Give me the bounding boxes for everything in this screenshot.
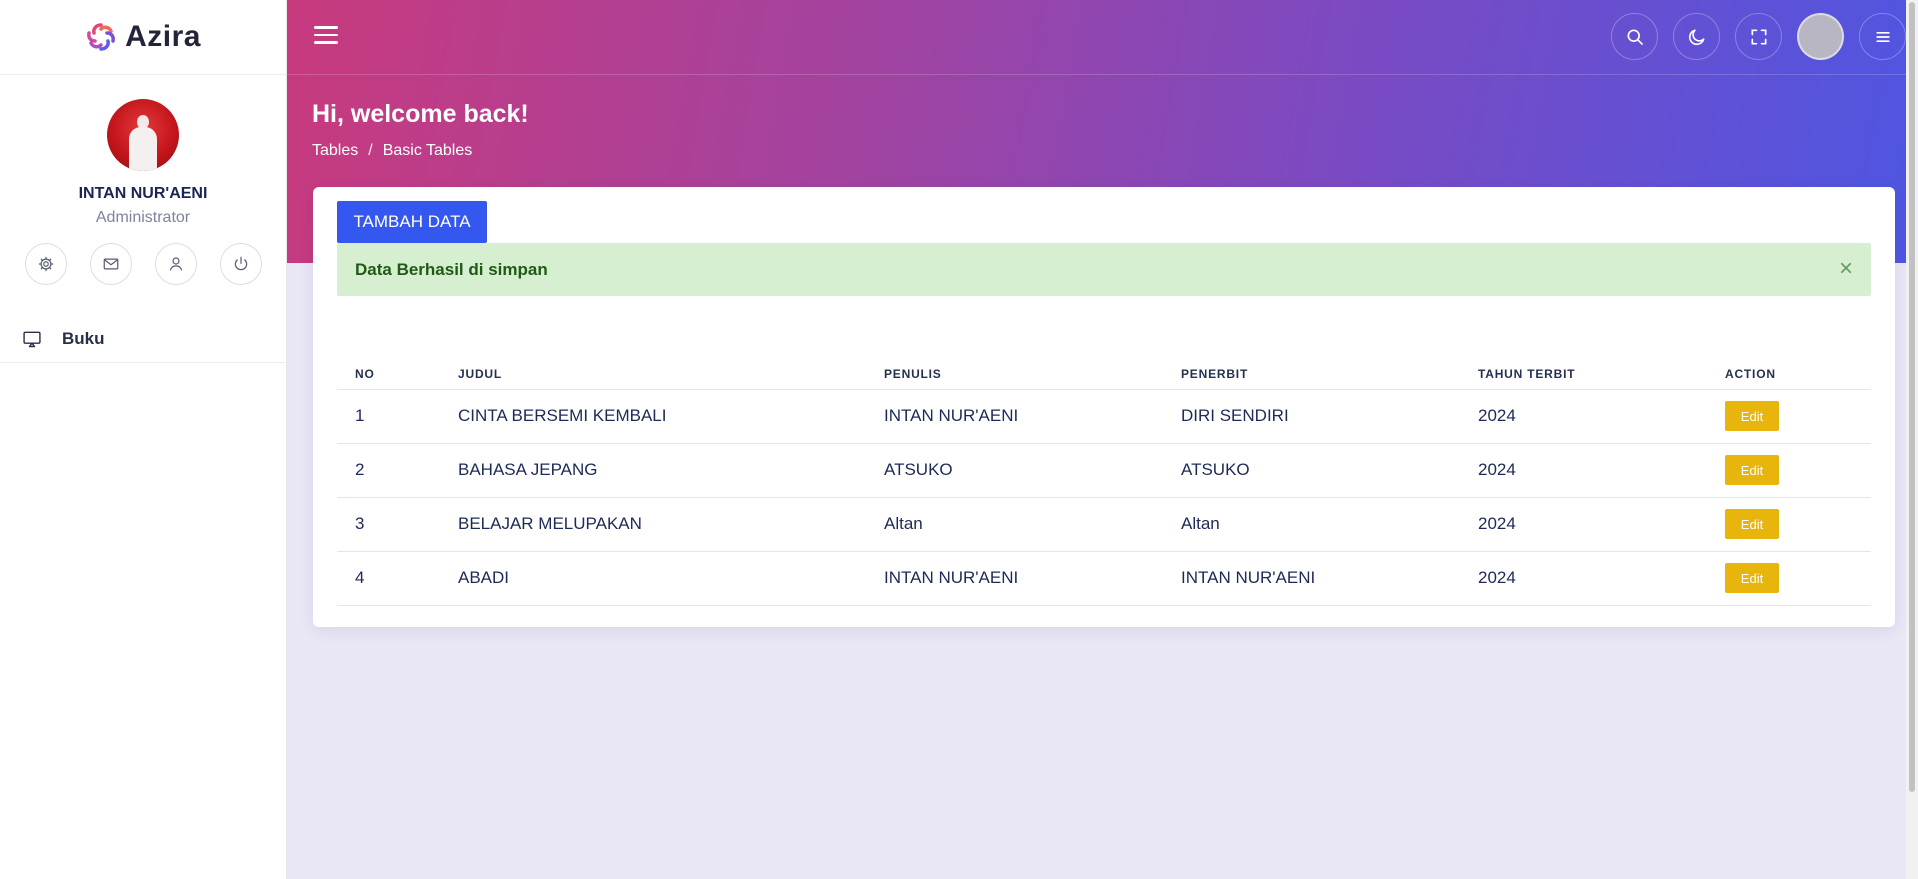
search-icon xyxy=(1627,29,1643,45)
table-header-row: NO JUDUL PENULIS PENERBIT TAHUN TERBIT A… xyxy=(337,351,1871,390)
settings-button[interactable] xyxy=(24,243,67,285)
brand-name: Azira xyxy=(125,20,201,53)
column-header-tahun-terbit: TAHUN TERBIT xyxy=(1478,351,1725,390)
sidebar-item-label: Buku xyxy=(62,328,105,348)
profile-panel: INTAN NUR'AENI Administrator xyxy=(0,75,286,285)
table-row: 2 BAHASA JEPANG ATSUKO ATSUKO 2024 Edit xyxy=(337,443,1871,498)
cell-tahun: 2024 xyxy=(1478,389,1725,444)
column-header-penerbit: PENERBIT xyxy=(1181,351,1478,390)
menu-icon xyxy=(1875,31,1890,42)
alert-message: Data Berhasil di simpan xyxy=(355,260,548,279)
fullscreen-icon xyxy=(1751,29,1766,45)
cell-action: Edit xyxy=(1725,389,1871,444)
profile-avatar[interactable] xyxy=(107,99,179,171)
sidebar: Azira INTAN NUR'AENI Administrator Buku xyxy=(0,0,287,879)
cell-no: 3 xyxy=(337,497,458,552)
user-icon xyxy=(169,257,182,271)
cell-penulis: Altan xyxy=(884,497,1181,552)
success-alert: Data Berhasil di simpan × xyxy=(337,243,1871,296)
edit-button[interactable]: Edit xyxy=(1725,509,1779,539)
mail-icon xyxy=(103,258,118,270)
cell-tahun: 2024 xyxy=(1478,443,1725,498)
table-row: 3 BELAJAR MELUPAKAN Altan Altan 2024 Edi… xyxy=(337,497,1871,552)
books-table: NO JUDUL PENULIS PENERBIT TAHUN TERBIT A… xyxy=(337,351,1871,606)
cell-action: Edit xyxy=(1725,551,1871,606)
top-navbar xyxy=(287,0,1918,75)
page-title: Hi, welcome back! xyxy=(312,100,529,128)
moon-icon xyxy=(1688,29,1704,45)
sidebar-item-buku[interactable]: Buku xyxy=(0,315,286,363)
cell-penerbit: DIRI SENDIRI xyxy=(1181,389,1478,444)
fullscreen-button[interactable] xyxy=(1735,13,1782,60)
cell-penulis: INTAN NUR'AENI xyxy=(884,389,1181,444)
cell-no: 2 xyxy=(337,443,458,498)
profile-actions xyxy=(0,243,286,285)
profile-button[interactable] xyxy=(154,243,197,285)
search-button[interactable] xyxy=(1611,13,1658,60)
user-avatar[interactable] xyxy=(1797,13,1844,60)
profile-role: Administrator xyxy=(95,209,191,226)
profile-name: INTAN NUR'AENI xyxy=(78,185,208,202)
breadcrumb: Tables / Basic Tables xyxy=(312,142,472,160)
close-icon[interactable]: × xyxy=(1839,257,1853,281)
logout-button[interactable] xyxy=(219,243,262,285)
table-row: 1 CINTA BERSEMI KEMBALI INTAN NUR'AENI D… xyxy=(337,389,1871,444)
cell-action: Edit xyxy=(1725,443,1871,498)
power-icon xyxy=(234,256,247,271)
column-header-judul: JUDUL xyxy=(458,351,884,390)
cell-judul: BAHASA JEPANG xyxy=(458,443,884,498)
breadcrumb-current: Basic Tables xyxy=(382,142,473,159)
table-row: 4 ABADI INTAN NUR'AENI INTAN NUR'AENI 20… xyxy=(337,551,1871,606)
column-header-penulis: PENULIS xyxy=(884,351,1181,390)
add-data-button[interactable]: TAMBAH DATA xyxy=(337,201,487,243)
cell-penulis: ATSUKO xyxy=(884,443,1181,498)
cell-penerbit: Altan xyxy=(1181,497,1478,552)
cell-judul: ABADI xyxy=(458,551,884,606)
page-scrollbar[interactable] xyxy=(1906,0,1918,879)
cell-penerbit: INTAN NUR'AENI xyxy=(1181,551,1478,606)
cell-action: Edit xyxy=(1725,497,1871,552)
column-header-action: ACTION xyxy=(1725,351,1871,390)
brand[interactable]: Azira xyxy=(0,0,286,75)
cell-judul: BELAJAR MELUPAKAN xyxy=(458,497,884,552)
cell-judul: CINTA BERSEMI KEMBALI xyxy=(458,389,884,444)
edit-button[interactable]: Edit xyxy=(1725,401,1779,431)
sidebar-menu: Buku xyxy=(0,315,286,363)
azira-logo-icon xyxy=(87,23,115,51)
cell-tahun: 2024 xyxy=(1478,551,1725,606)
gear-icon xyxy=(38,256,53,272)
edit-button[interactable]: Edit xyxy=(1725,563,1779,593)
menu-toggle-button[interactable] xyxy=(314,26,338,48)
edit-button[interactable]: Edit xyxy=(1725,455,1779,485)
breadcrumb-tables[interactable]: Tables xyxy=(312,142,358,160)
dark-mode-toggle[interactable] xyxy=(1673,13,1720,60)
breadcrumb-separator: / xyxy=(368,142,373,159)
table-card: TAMBAH DATA Data Berhasil di simpan × NO… xyxy=(313,187,1895,627)
settings-menu-button[interactable] xyxy=(1859,13,1906,60)
cell-penulis: INTAN NUR'AENI xyxy=(884,551,1181,606)
mail-button[interactable] xyxy=(89,243,132,285)
cell-no: 1 xyxy=(337,389,458,444)
monitor-icon xyxy=(23,331,41,347)
top-actions xyxy=(1611,13,1906,60)
column-header-no: NO xyxy=(337,351,458,390)
cell-tahun: 2024 xyxy=(1478,497,1725,552)
scrollbar-thumb[interactable] xyxy=(1909,2,1915,792)
cell-no: 4 xyxy=(337,551,458,606)
cell-penerbit: ATSUKO xyxy=(1181,443,1478,498)
